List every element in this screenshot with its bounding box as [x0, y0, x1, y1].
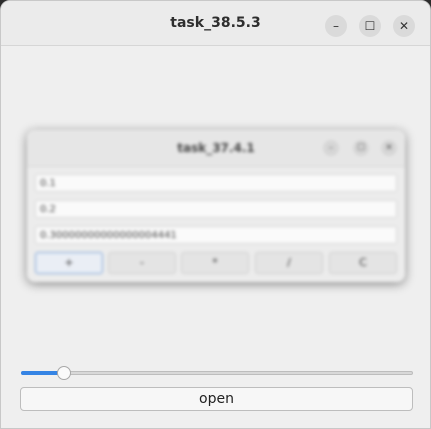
maximize-button[interactable]: ☐: [359, 15, 381, 37]
maximize-icon: ☐: [364, 19, 376, 33]
preview-add-button: +: [35, 252, 103, 274]
minimize-button[interactable]: –: [325, 15, 347, 37]
preview-minimize-icon: –: [323, 140, 339, 156]
preview-subtract-button: -: [108, 252, 176, 274]
title-bar[interactable]: task_38.5.3 – ☐ ✕: [1, 1, 430, 46]
preview-field-result: 0.30000000000000004441: [35, 226, 397, 244]
main-window: task_38.5.3 – ☐ ✕ task_37.4.1 – ☐ ✕ 0.1 …: [0, 0, 431, 429]
close-icon: ✕: [398, 19, 410, 33]
close-button[interactable]: ✕: [393, 15, 415, 37]
slider-track[interactable]: [21, 371, 413, 375]
preview-close-icon: ✕: [381, 140, 397, 156]
preview-field-2: 0.2: [35, 200, 397, 218]
window-content: task_37.4.1 – ☐ ✕ 0.1 0.2 0.300000000000…: [1, 46, 430, 428]
preview-field-1: 0.1: [35, 174, 397, 192]
slider-handle[interactable]: [57, 366, 72, 380]
preview-multiply-button: *: [181, 252, 249, 274]
preview-divide-button: /: [255, 252, 323, 274]
preview-maximize-icon: ☐: [353, 140, 369, 156]
preview-title-bar: task_37.4.1 – ☐ ✕: [27, 130, 405, 167]
preview-title: task_37.4.1: [177, 141, 255, 155]
preview-clear-button: C: [329, 252, 397, 274]
window-preview-image: task_37.4.1 – ☐ ✕ 0.1 0.2 0.300000000000…: [27, 130, 405, 282]
open-button[interactable]: open: [20, 387, 413, 411]
preview-slider[interactable]: [21, 366, 413, 380]
minimize-icon: –: [333, 19, 339, 33]
